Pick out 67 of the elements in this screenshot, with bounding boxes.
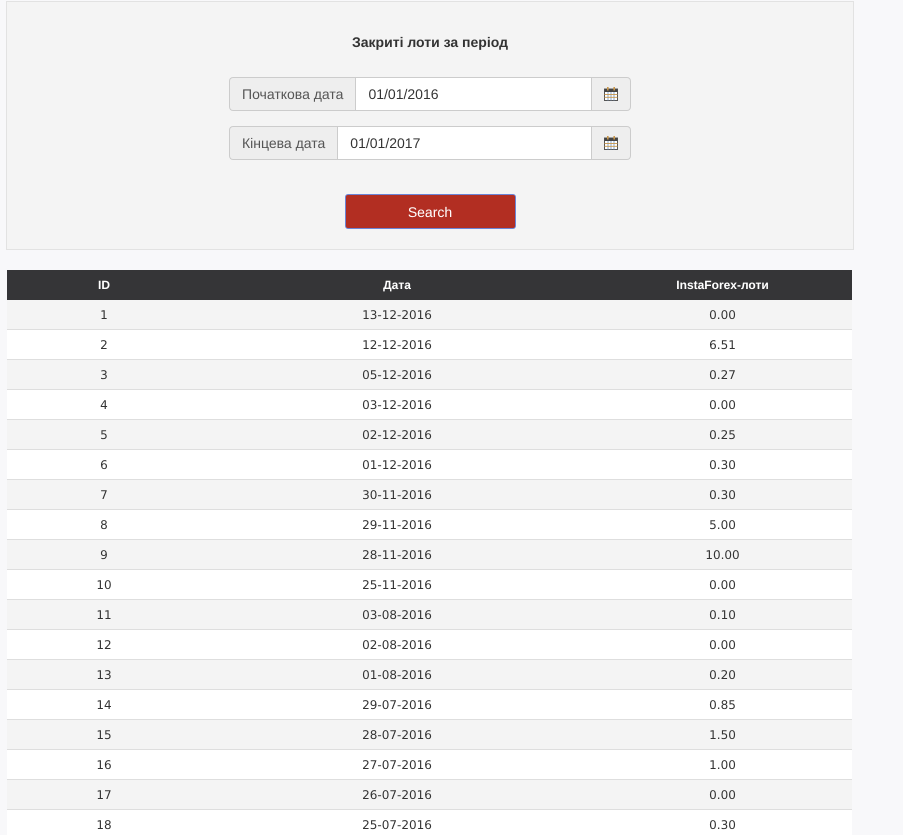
table-cell-text: 0.25 [708, 426, 737, 444]
table-cell-text: 0.30 [708, 816, 737, 834]
table-cell-text: 05-12-2016 [361, 366, 433, 384]
table-cell-text: 29-11-2016 [361, 516, 433, 534]
table-cell-text: 10.00 [704, 546, 741, 564]
calendar-button[interactable] [592, 77, 631, 111]
date-label: Кінцева дата [229, 126, 338, 160]
column-header: InstaForex-лоти [675, 277, 770, 294]
table-cell-text: 28-11-2016 [361, 546, 433, 564]
table-cell-text: 27-07-2016 [361, 756, 433, 774]
table-cell-text: 6 [99, 456, 109, 474]
table-cell-text: 16 [95, 756, 113, 774]
table-cell-text: 12-12-2016 [361, 336, 433, 354]
table-cell-text: 10 [95, 576, 113, 594]
table-cell-text: 15 [95, 726, 113, 744]
table-cell-text: 0.85 [708, 696, 737, 714]
table-cell-text: 6.51 [708, 336, 737, 354]
table-cell-text: 30-11-2016 [361, 486, 433, 504]
table-cell-text: 01-08-2016 [361, 666, 433, 684]
table-cell-text: 1.50 [708, 726, 737, 744]
table-cell-text: 2 [99, 336, 109, 354]
column-header: ID [97, 277, 111, 294]
table-cell-text: 14 [95, 696, 113, 714]
table-cell-text: 1 [99, 306, 109, 324]
table-cell-text: 29-07-2016 [361, 696, 433, 714]
date-input[interactable]: 01/01/2017 [337, 126, 592, 160]
table-cell-text: 25-07-2016 [361, 816, 433, 834]
table-cell-text: 12 [95, 636, 113, 654]
table-cell-text: 1.00 [708, 756, 737, 774]
table-cell-text: 26-07-2016 [361, 786, 433, 804]
column-header: Дата [382, 277, 412, 294]
date-input[interactable]: 01/01/2016 [355, 77, 592, 111]
table-cell-text: 03-08-2016 [361, 606, 433, 624]
table-cell-text: 11 [95, 606, 113, 624]
table-cell-text: 01-12-2016 [361, 456, 433, 474]
table-cell-text: 0.00 [708, 576, 737, 594]
table-cell-text: 9 [99, 546, 109, 564]
table-cell-text: 7 [99, 486, 109, 504]
table-cell-text: 0.00 [708, 396, 737, 414]
table-cell-text: 02-12-2016 [361, 426, 433, 444]
calendar-button[interactable] [592, 126, 631, 160]
date-label: Початкова дата [229, 77, 356, 111]
panel-title: Закриті лоти за період [352, 33, 508, 51]
table-cell-text: 13-12-2016 [361, 306, 433, 324]
table-cell-text: 28-07-2016 [361, 726, 433, 744]
table-cell-text: 4 [99, 396, 109, 414]
table-cell-text: 5.00 [708, 516, 737, 534]
table-cell-text: 0.27 [708, 366, 737, 384]
table-cell-text: 17 [95, 786, 113, 804]
table-cell-text: 25-11-2016 [361, 576, 433, 594]
table-cell-text: 0.10 [708, 606, 737, 624]
table-cell-text: 03-12-2016 [361, 396, 433, 414]
table-cell-text: 0.20 [708, 666, 737, 684]
calendar-icon [604, 136, 618, 150]
table-cell-text: 0.30 [708, 486, 737, 504]
table-cell-text: 13 [95, 666, 113, 684]
table-cell-text: 0.00 [708, 636, 737, 654]
table-cell-text: 0.00 [708, 786, 737, 804]
table-cell-text: 5 [99, 426, 109, 444]
table-cell-text: 02-08-2016 [361, 636, 433, 654]
table-cell-text: 3 [99, 366, 109, 384]
calendar-icon [604, 87, 618, 101]
table-cell-text: 18 [95, 816, 113, 834]
table-cell-text: 8 [99, 516, 109, 534]
table-cell-text: 0.00 [708, 306, 737, 324]
search-button[interactable]: Search [344, 194, 516, 229]
table-cell-text: 0.30 [708, 456, 737, 474]
